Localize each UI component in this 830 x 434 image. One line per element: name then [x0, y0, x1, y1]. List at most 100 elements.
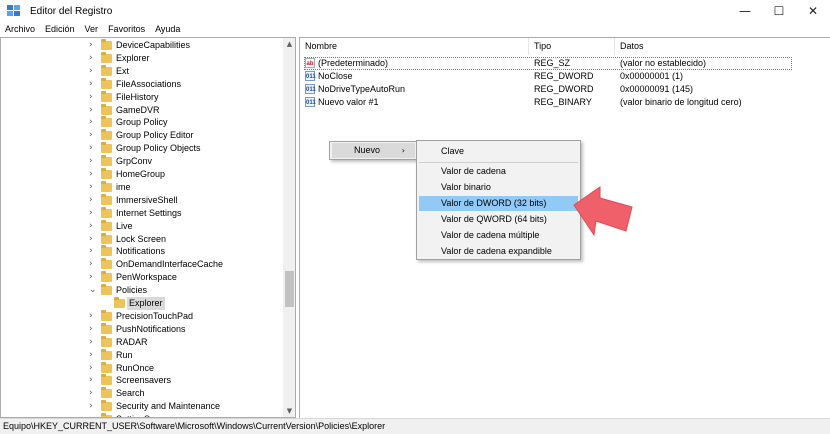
tree-item[interactable]: › FileAssociations [1, 77, 281, 91]
tree-item-label: HomeGroup [116, 169, 166, 179]
chevron-icon[interactable]: › [89, 349, 99, 362]
chevron-icon[interactable]: › [89, 142, 99, 155]
chevron-icon[interactable]: › [89, 168, 99, 181]
context-menu: Nuevo › [329, 141, 418, 160]
tree-item[interactable]: › HomeGroup [1, 168, 281, 181]
tree-item[interactable]: › OnDemandInterfaceCache [1, 258, 281, 271]
chevron-icon[interactable]: › [89, 155, 99, 168]
chevron-icon[interactable]: › [89, 374, 99, 387]
minimize-button[interactable]: — [728, 0, 762, 22]
tree-item[interactable]: › Group Policy Objects [1, 142, 281, 155]
value-name: NoDriveTypeAutoRun [318, 84, 406, 94]
submenu-item-valor-dword[interactable]: Valor de DWORD (32 bits) [419, 196, 578, 211]
submenu-item-valor-cadena[interactable]: Valor de cadena [419, 164, 578, 179]
registry-key-tree[interactable]: › DeviceCapabilities › Explorer › Ext › FileAss… [0, 37, 296, 418]
chevron-icon[interactable]: › [89, 91, 99, 104]
chevron-icon[interactable]: › [89, 220, 99, 233]
column-header-data[interactable]: Datos [615, 38, 830, 55]
tree-item[interactable]: › Run [1, 348, 281, 362]
close-button[interactable]: ✕ [796, 0, 830, 22]
folder-icon [101, 258, 112, 270]
chevron-icon[interactable]: › [89, 336, 99, 349]
tree-item[interactable]: › Ext [1, 64, 281, 78]
tree-item[interactable]: › DeviceCapabilities [1, 39, 281, 52]
value-row[interactable]: ab (Predeterminado) REG_SZ (valor no establ… [300, 57, 830, 70]
scroll-up-arrow-icon[interactable]: ▲ [283, 38, 295, 50]
chevron-icon[interactable]: › [89, 78, 99, 91]
chevron-icon[interactable]: › [89, 129, 99, 142]
chevron-icon[interactable]: › [89, 310, 99, 323]
tree-item[interactable]: ⌄ Policies [1, 284, 281, 297]
chevron-icon[interactable]: › [89, 116, 99, 129]
tree-scrollbar[interactable]: ▲ ▼ [283, 38, 295, 417]
maximize-button[interactable]: ☐ [762, 0, 796, 22]
tree-item[interactable]: › PenWorkspace [1, 271, 281, 284]
chevron-icon[interactable]: › [89, 39, 99, 52]
menu-edicion[interactable]: Edición [40, 22, 80, 37]
tree-item[interactable]: › Notifications [1, 245, 281, 258]
tree-item[interactable]: › PrecisionTouchPad [1, 309, 281, 323]
tree-item[interactable]: › Live [1, 219, 281, 233]
tree-item[interactable]: › Security and Maintenance [1, 400, 281, 413]
tree-item[interactable]: › GrpConv [1, 155, 281, 168]
chevron-icon[interactable]: › [89, 104, 99, 117]
column-header-type[interactable]: Tipo [529, 38, 615, 55]
tree-item[interactable]: › Search [1, 387, 281, 400]
submenu-item-valor-qword[interactable]: Valor de QWORD (64 bits) [419, 212, 578, 227]
new-value-submenu: Clave Valor de cadena Valor binario Valo… [416, 140, 581, 260]
tree-item[interactable]: › FileHistory [1, 90, 281, 104]
submenu-item-clave[interactable]: Clave [419, 144, 578, 159]
binary-value-icon: 011 [305, 84, 316, 94]
chevron-icon[interactable]: › [89, 271, 99, 284]
tree-item-label: Policies [116, 285, 148, 296]
menu-ayuda[interactable]: Ayuda [150, 22, 185, 37]
tree-item[interactable]: › ime [1, 180, 281, 194]
tree-item-label: Explorer [116, 52, 150, 63]
tree-item-label: Internet Settings [116, 207, 182, 218]
chevron-icon[interactable]: › [89, 400, 99, 413]
tree-item-label: PushNotifications [116, 323, 186, 334]
menu-favoritos[interactable]: Favoritos [103, 22, 150, 37]
menu-archivo[interactable]: Archivo [0, 22, 40, 37]
tree-item[interactable]: › Lock Screen [1, 232, 281, 246]
value-row[interactable]: 011 NoDriveTypeAutoRun REG_DWORD 0x00000091… [300, 83, 830, 96]
submenu-item-valor-cadena-expandible[interactable]: Valor de cadena expandible [419, 244, 578, 259]
tree-item[interactable]: › Group Policy [1, 116, 281, 129]
chevron-icon[interactable]: › [89, 207, 99, 220]
chevron-icon[interactable]: › [89, 194, 99, 207]
column-header-name[interactable]: Nombre [300, 38, 529, 55]
tree-item[interactable]: › Internet Settings [1, 206, 281, 220]
chevron-icon[interactable]: ⌄ [89, 284, 99, 297]
chevron-icon[interactable]: › [89, 181, 99, 194]
tree-item[interactable]: › Screensavers [1, 374, 281, 387]
tree-item[interactable]: › ImmersiveShell [1, 193, 281, 207]
chevron-icon[interactable]: › [89, 258, 99, 271]
window-title: Editor del Registro [30, 5, 113, 17]
tree-item[interactable]: › Group Policy Editor [1, 129, 281, 142]
tree-item[interactable]: › PushNotifications [1, 322, 281, 336]
chevron-icon[interactable]: › [89, 245, 99, 258]
chevron-icon[interactable]: › [89, 52, 99, 65]
chevron-icon[interactable]: › [89, 65, 99, 78]
chevron-icon[interactable]: › [89, 233, 99, 246]
submenu-item-valor-binario[interactable]: Valor binario [419, 180, 578, 195]
tree-item[interactable]: › RunOnce [1, 361, 281, 375]
scrollbar-thumb[interactable] [285, 271, 294, 307]
chevron-icon[interactable]: › [89, 362, 99, 375]
scroll-down-arrow-icon[interactable]: ▼ [283, 405, 295, 417]
value-row[interactable]: 011 Nuevo valor #1 REG_BINARY (valor binari… [300, 96, 830, 109]
tree-item[interactable]: › Explorer [1, 51, 281, 65]
chevron-icon[interactable]: › [89, 323, 99, 336]
tree-item[interactable]: › RADAR [1, 335, 281, 349]
tree-item[interactable]: › GameDVR [1, 103, 281, 117]
submenu-item-valor-multicadena[interactable]: Valor de cadena múltiple [419, 228, 578, 243]
chevron-icon[interactable] [102, 297, 112, 310]
value-row[interactable]: 011 NoClose REG_DWORD 0x00000001 (1) [300, 70, 830, 83]
folder-icon [101, 142, 112, 154]
tree-item-label: GameDVR [116, 104, 160, 115]
folder-icon [101, 168, 112, 179]
chevron-icon[interactable]: › [89, 387, 99, 400]
menu-ver[interactable]: Ver [80, 22, 104, 37]
tree-item-selected[interactable]: Explorer [1, 297, 281, 310]
context-menu-item-nuevo[interactable]: Nuevo › [332, 143, 415, 158]
